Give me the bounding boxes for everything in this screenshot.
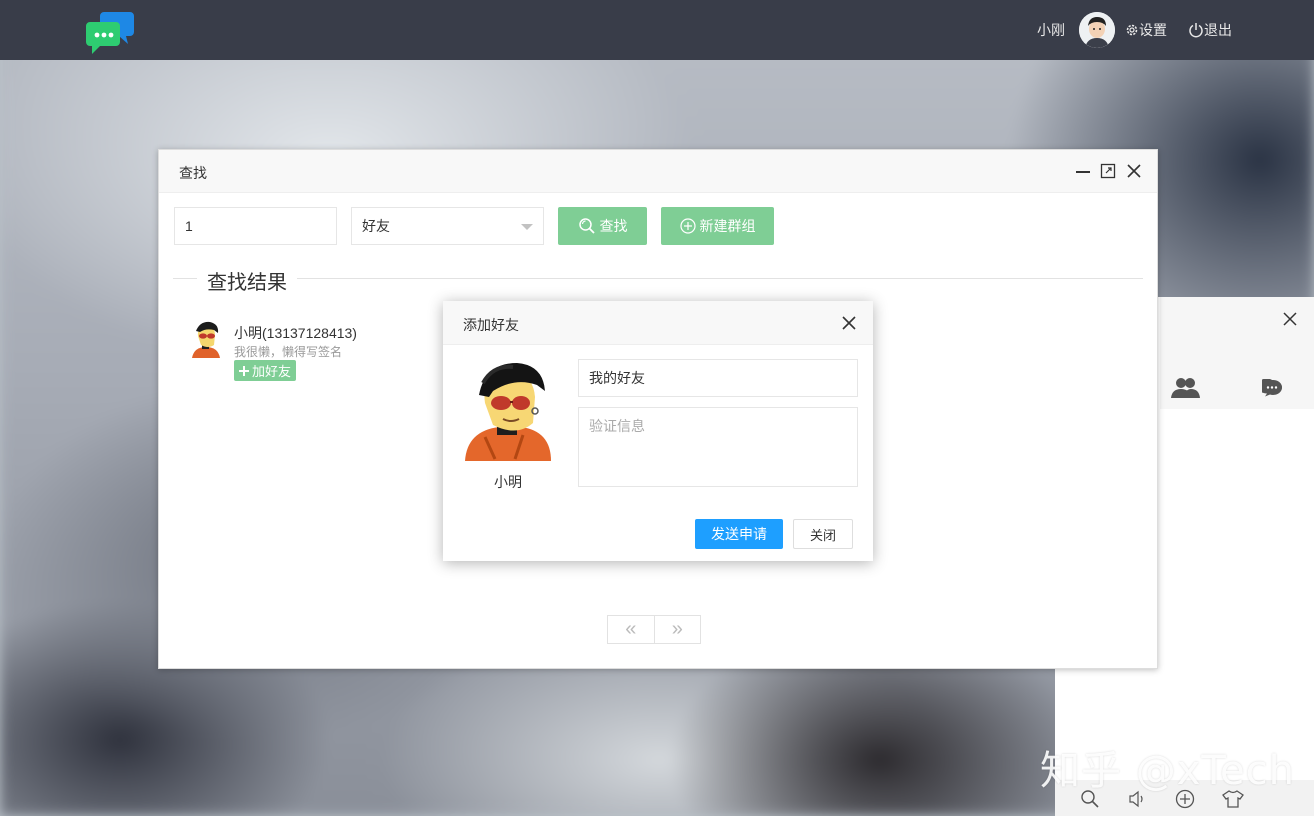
result-avatar[interactable]	[189, 320, 223, 358]
results-divider	[173, 278, 1143, 279]
add-circle-icon	[679, 218, 696, 234]
chat-logo-icon	[86, 12, 134, 54]
new-group-label: 新建群组	[699, 218, 756, 234]
dialog-title: 添加好友	[463, 317, 519, 333]
minimize-icon[interactable]	[1075, 163, 1091, 179]
results-legend: 查找结果	[197, 266, 297, 295]
search-type-value: 好友	[362, 218, 390, 234]
top-bar: 小刚 设置 退出	[0, 0, 1314, 60]
current-username[interactable]: 小刚	[1037, 0, 1065, 60]
contacts-icon[interactable]	[1170, 377, 1200, 399]
find-window-title: 查找	[179, 165, 207, 181]
logout-label: 退出	[1204, 22, 1232, 38]
plus-icon	[239, 365, 249, 376]
friend-avatar	[465, 363, 551, 461]
chat-bubble-icon[interactable]	[1262, 379, 1282, 397]
power-icon	[1189, 23, 1203, 38]
close-icon[interactable]	[1283, 312, 1297, 326]
gear-icon	[1126, 24, 1138, 36]
search-icon	[578, 218, 595, 234]
settings-link[interactable]: 设置	[1125, 0, 1167, 60]
user-avatar-image	[1079, 12, 1115, 48]
add-friend-label: 加好友	[252, 364, 292, 379]
dialog-titlebar[interactable]: 添加好友	[443, 301, 873, 345]
watermark: 知乎 @xTech	[1040, 748, 1295, 794]
prev-page-button[interactable]: «	[608, 616, 655, 643]
result-signature: 我很懒，懒得写签名	[234, 345, 343, 359]
remark-input[interactable]: 我的好友	[578, 359, 858, 397]
send-request-button[interactable]: 发送申请	[695, 519, 783, 549]
search-input[interactable]: 1	[174, 207, 337, 245]
pagination: « »	[607, 615, 701, 644]
maximize-icon[interactable]	[1100, 163, 1116, 179]
close-icon[interactable]	[1126, 163, 1142, 179]
add-friend-dialog: 添加好友 小明 我的好友 验证信息 发送申请 关闭	[443, 301, 873, 561]
new-group-button[interactable]: 新建群组	[661, 207, 774, 245]
add-friend-button[interactable]: 加好友	[234, 360, 297, 381]
search-button[interactable]: 查找	[558, 207, 647, 245]
friend-name: 小明	[494, 474, 522, 490]
dialog-close-button[interactable]: 关闭	[793, 519, 853, 549]
search-button-label: 查找	[599, 218, 628, 234]
logout-link[interactable]: 退出	[1188, 0, 1232, 60]
user-avatar[interactable]	[1079, 12, 1115, 48]
search-type-select[interactable]: 好友	[351, 207, 544, 245]
find-window-titlebar[interactable]: 查找	[159, 150, 1157, 193]
close-icon[interactable]	[842, 316, 856, 330]
next-page-button[interactable]: »	[655, 616, 701, 643]
settings-label: 设置	[1139, 22, 1167, 38]
verify-message-input[interactable]: 验证信息	[578, 407, 858, 487]
chevron-down-icon	[521, 224, 533, 230]
result-name: 小明(13137128413)	[234, 325, 357, 341]
